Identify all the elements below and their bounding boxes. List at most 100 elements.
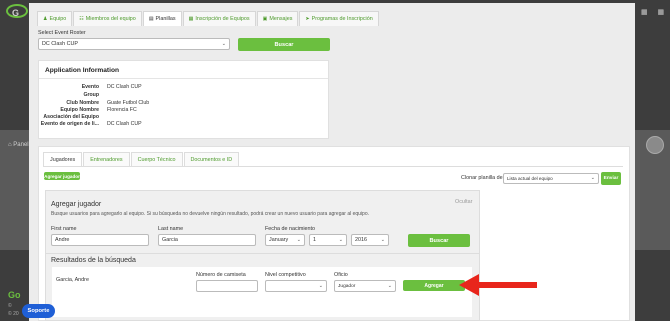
footer-logo: Go	[8, 290, 21, 300]
role-select-value: Jugador	[338, 283, 356, 289]
support-button[interactable]: Soporte	[22, 304, 55, 318]
first-name-label: First name	[51, 226, 77, 232]
divider	[46, 253, 479, 254]
hide-link[interactable]: Ocultar	[455, 199, 472, 205]
tab-mensajes[interactable]: ▣ Mensajes	[256, 11, 299, 26]
info-key: Evento	[81, 84, 99, 90]
jersey-input[interactable]	[196, 280, 258, 292]
chevron-down-icon: ⌄	[380, 237, 385, 243]
tab-cuerpo-tecnico[interactable]: Cuerpo Técnico	[130, 152, 183, 166]
info-key: Club Nombre	[66, 100, 99, 106]
roster-tabs: Jugadores Entrenadores Cuerpo Técnico Do…	[43, 152, 240, 166]
roster-search-button[interactable]: Buscar	[238, 38, 330, 51]
last-name-label: Last name	[158, 226, 184, 232]
level-label: Nivel competitivo	[265, 272, 306, 278]
chevron-down-icon: ⌄	[387, 283, 392, 289]
tab-equipo[interactable]: ♟ Equipo	[37, 11, 73, 26]
role-select[interactable]: Jugador ⌄	[334, 280, 396, 292]
first-name-input[interactable]: Andre	[51, 234, 149, 246]
info-row-evento-origen: Evento de origen de li... DC Clash CUP	[39, 121, 339, 128]
background-panel-link: ⌂ Panel	[8, 142, 29, 148]
result-name: Garcia, Andre	[56, 277, 89, 283]
last-name-input[interactable]: Garcia	[158, 234, 256, 246]
users-icon: ☷	[79, 16, 84, 22]
footer-line: © 20	[8, 311, 19, 317]
tab-label: Equipo	[49, 16, 67, 22]
info-row-club: Club Nombre Guate Futbol Club	[39, 100, 339, 107]
roster-select[interactable]: DC Clash CUP ⌄	[38, 38, 230, 50]
clone-send-button[interactable]: Enviar	[601, 172, 621, 185]
tab-inscripcion[interactable]: ▦ Inscripción de Equipos	[182, 11, 256, 26]
info-value: DC Clash CUP	[107, 121, 142, 127]
tab-label: Inscripción de Equipos	[195, 16, 250, 22]
tab-label: Programas de Inscripción	[311, 16, 373, 22]
team-modal: ♟ Equipo ☷ Miembros del equipo ▤ Planillas …	[29, 3, 635, 321]
info-key: Asociación del Equipo	[43, 114, 99, 120]
dob-year-value: 2016	[355, 237, 367, 243]
send-icon: ➤	[305, 16, 310, 22]
chevron-down-icon: ⌄	[221, 41, 226, 47]
tab-entrenadores[interactable]: Entrenadores	[83, 152, 130, 166]
roster-label: Select Event Roster	[38, 30, 86, 36]
message-icon: ▣	[262, 16, 268, 22]
dob-day-value: 1	[313, 237, 316, 243]
background-top-icons: ▦ ▦	[641, 9, 669, 16]
dob-day-select[interactable]: 1 ⌄	[309, 234, 347, 246]
footer-line: ©	[8, 303, 12, 309]
application-info-card: Application Information Evento DC Clash C…	[38, 60, 329, 139]
modal-tabs: ♟ Equipo ☷ Miembros del equipo ▤ Planillas …	[37, 11, 380, 26]
register-icon: ▦	[188, 16, 194, 22]
add-player-box: Agregar jugador Ocultar Busque usuarios …	[45, 190, 480, 321]
avatar[interactable]	[646, 136, 664, 154]
clone-select-value: Lista actual del equipo	[507, 176, 553, 181]
role-label: Oficio	[334, 272, 348, 278]
search-results: Garcia, Andre Número de camiseta Nivel c…	[52, 267, 472, 317]
chevron-down-icon: ⌄	[318, 283, 323, 289]
add-player-button[interactable]: Agregar jugador	[44, 172, 80, 180]
info-value: Guate Futbol Club	[107, 100, 150, 106]
dob-month-select[interactable]: January ⌄	[265, 234, 305, 246]
divider	[39, 78, 328, 79]
panel-link-label: Panel	[13, 142, 29, 148]
pointer-arrow-icon	[459, 274, 537, 296]
chevron-down-icon: ⌄	[590, 175, 595, 181]
info-row-evento: Evento DC Clash CUP	[39, 84, 339, 91]
tab-programas[interactable]: ➤ Programas de Inscripción	[299, 11, 379, 26]
info-row-equipo: Equipo Nombre Florencia FC	[39, 107, 339, 114]
clone-label: Clonar planilla de	[461, 175, 503, 181]
level-select[interactable]: ⌄	[265, 280, 327, 292]
jersey-label: Número de camiseta	[196, 272, 246, 278]
tab-jugadores[interactable]: Jugadores	[43, 152, 83, 166]
info-row-group: Group	[39, 92, 339, 99]
info-value: Florencia FC	[107, 107, 137, 113]
divider	[43, 166, 623, 167]
add-player-title: Agregar jugador	[51, 201, 102, 208]
list-icon: ▤	[148, 16, 154, 22]
arrow-shape	[459, 274, 537, 296]
info-key: Equipo Nombre	[60, 107, 99, 113]
tab-label: Mensajes	[269, 16, 293, 22]
chevron-down-icon: ⌄	[296, 237, 301, 243]
tab-label: Miembros del equipo	[85, 16, 136, 22]
group-icon: ♟	[43, 16, 48, 22]
add-player-hint: Busque usuarios para agregarlo al equipo…	[51, 211, 369, 217]
roster-select-value: DC Clash CUP	[42, 41, 78, 47]
clone-select[interactable]: Lista actual del equipo ⌄	[503, 173, 599, 184]
tab-label: Planillas	[155, 16, 176, 22]
dob-month-value: January	[269, 237, 289, 243]
dob-label: Fecha de nacimiento	[265, 226, 316, 232]
info-key: Evento de origen de li...	[40, 121, 99, 127]
info-value: DC Clash CUP	[107, 84, 142, 90]
application-info-title: Application Information	[45, 67, 119, 74]
tab-miembros[interactable]: ☷ Miembros del equipo	[73, 11, 142, 26]
tab-planillas[interactable]: ▤ Planillas	[142, 11, 182, 26]
player-search-button[interactable]: Buscar	[408, 234, 470, 247]
info-row-asociacion: Asociación del Equipo	[39, 114, 339, 121]
results-title: Resultados de la búsqueda	[51, 257, 136, 264]
tab-documentos[interactable]: Documentos e ID	[183, 152, 240, 166]
info-key: Group	[83, 92, 99, 98]
chevron-down-icon: ⌄	[338, 237, 343, 243]
dob-year-select[interactable]: 2016 ⌄	[351, 234, 389, 246]
add-result-button[interactable]: Agregar	[403, 280, 465, 291]
background-logo: G	[12, 8, 20, 18]
